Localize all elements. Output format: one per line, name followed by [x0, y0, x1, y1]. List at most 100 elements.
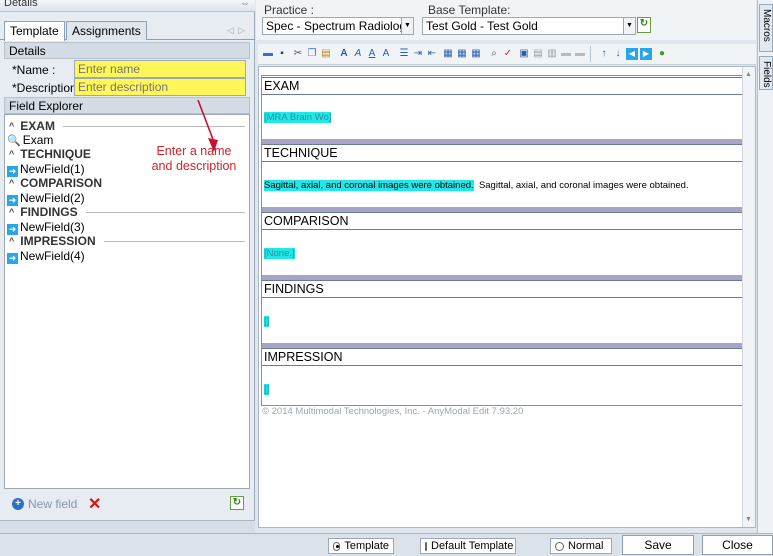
tree-item-newfield-3[interactable]: ➜ NewField(3)	[7, 220, 85, 235]
tree-item-newfield-2[interactable]: ➜ NewField(2)	[7, 191, 85, 206]
tree-item-label: NewField(1)	[20, 162, 85, 176]
field-text[interactable]: []	[264, 384, 270, 395]
table-col-icon[interactable]: ▦	[470, 48, 482, 60]
paste-icon[interactable]: ▤	[320, 48, 332, 60]
tree-header-findings[interactable]: ^ FINDINGS	[9, 205, 245, 219]
name-field[interactable]	[74, 60, 246, 78]
close-button[interactable]: Close	[702, 535, 773, 555]
section-body-impression[interactable]: []	[264, 384, 270, 395]
tree-item-exam[interactable]: 🔍 Exam	[7, 133, 53, 147]
section-body-exam[interactable]: [MRA Brain Wo]	[264, 112, 332, 123]
tab-assignments[interactable]: Assignments	[66, 21, 147, 40]
side-tab-macros[interactable]: Macros	[759, 4, 773, 52]
underline-icon[interactable]: A	[366, 48, 378, 60]
description-input[interactable]	[78, 80, 242, 94]
arrow-up-icon[interactable]: ↑	[598, 48, 610, 60]
tree-header-label: FINDINGS	[20, 205, 78, 219]
chevron-down-icon[interactable]: ▼	[623, 18, 635, 34]
section-title-impression: IMPRESSION	[262, 348, 742, 366]
section-body-comparison[interactable]: [None.]	[264, 248, 295, 259]
save-button[interactable]: Save	[622, 535, 694, 555]
radio-default-template[interactable]: Default Template	[420, 538, 516, 554]
prev-field-icon[interactable]: ◀	[626, 48, 638, 60]
template-selector-bar: Practice : Spec - Spectrum Radiology ▼ B…	[256, 0, 756, 40]
scroll-down-icon[interactable]: ▼	[745, 516, 752, 523]
italic-icon[interactable]: A	[352, 48, 364, 60]
details-panel-title: Details	[4, 0, 38, 9]
refresh-icon[interactable]: ↻	[230, 496, 244, 510]
radio-label: Normal	[568, 540, 604, 552]
arrow-down-icon[interactable]: ↓	[612, 48, 624, 60]
practice-select[interactable]: Spec - Spectrum Radiology ▼	[262, 17, 414, 35]
field-remove-icon[interactable]: ▬	[560, 48, 572, 60]
details-panel: Details ⇔ Template Assignments ◁▷ Detail…	[0, 0, 255, 533]
field-merge-icon[interactable]: ▤	[532, 48, 544, 60]
tab-scroll-arrows-icon[interactable]: ◁▷	[227, 25, 249, 36]
section-body-technique[interactable]: Sagittal, axial, and coronal images were…	[264, 180, 689, 191]
details-panel-header: Details ⇔	[0, 0, 255, 12]
description-field[interactable]	[74, 78, 246, 96]
name-label: *Name :	[12, 63, 56, 77]
validate-icon[interactable]: ●	[656, 48, 668, 60]
description-label: *Description	[12, 81, 77, 95]
scroll-up-icon[interactable]: ▲	[745, 71, 752, 78]
radio-template[interactable]: Template	[328, 538, 394, 554]
find-icon[interactable]: ⌕	[488, 48, 500, 60]
field-text[interactable]: Sagittal, axial, and coronal images were…	[264, 180, 474, 191]
field-text[interactable]: []	[264, 316, 270, 327]
copy-icon[interactable]: ❐	[306, 48, 318, 60]
table-icon[interactable]: ▦	[442, 48, 454, 60]
collapse-icon[interactable]: ^	[9, 236, 14, 246]
side-tab-fields[interactable]: Fields	[759, 56, 773, 90]
bold-icon[interactable]: A	[338, 48, 350, 60]
save-icon[interactable]: ▪	[276, 48, 288, 60]
template-document[interactable]: EXAM [MRA Brain Wo] TECHNIQUE Sagittal, …	[261, 75, 743, 406]
indent-icon[interactable]: ⇥	[412, 48, 424, 60]
field-text[interactable]: [None.]	[264, 248, 295, 259]
editor-toolbar: ▬ ▪ ✂ ❐ ▤ A A A A ☰ ⇥ ⇤ ▦ ▦ ▦ ⌕ ✓ ▣ ▤ ▥ …	[258, 44, 756, 65]
radio-normal[interactable]: Normal	[550, 538, 612, 554]
tab-template[interactable]: Template	[4, 21, 65, 41]
collapse-icon[interactable]: ^	[9, 121, 14, 131]
bullet-list-icon[interactable]: ☰	[398, 48, 410, 60]
name-input[interactable]	[78, 62, 242, 76]
tree-header-label: TECHNIQUE	[20, 147, 91, 161]
tree-header-label: EXAM	[20, 119, 55, 133]
radio-selected-icon	[333, 541, 341, 551]
radio-unselected-icon	[555, 541, 564, 551]
table-row-icon[interactable]: ▦	[456, 48, 468, 60]
field-text[interactable]: [MRA Brain Wo]	[264, 112, 332, 123]
editor-vertical-scrollbar[interactable]: ▲ ▼	[742, 67, 755, 527]
pin-icon[interactable]: ⇔	[240, 0, 250, 9]
template-editor[interactable]: EXAM [MRA Brain Wo] TECHNIQUE Sagittal, …	[258, 66, 756, 528]
section-body-findings[interactable]: []	[264, 316, 270, 327]
base-template-select[interactable]: Test Gold - Test Gold ▼	[422, 17, 636, 35]
open-folder-icon[interactable]: ▬	[262, 48, 274, 60]
new-field-button[interactable]: + New field	[12, 497, 77, 511]
tree-header-impression[interactable]: ^ IMPRESSION	[9, 234, 245, 248]
toolbar-separator	[590, 46, 591, 62]
field-insert-icon[interactable]: ▣	[518, 48, 530, 60]
horizontal-scrollbar[interactable]	[0, 520, 255, 533]
radio-label: Template	[344, 540, 389, 552]
radio-label: Default Template	[431, 540, 514, 552]
spellcheck-icon[interactable]: ✓	[502, 48, 514, 60]
outdent-icon[interactable]: ⇤	[426, 48, 438, 60]
font-icon[interactable]: A	[380, 48, 392, 60]
chevron-down-icon[interactable]: ▼	[401, 18, 413, 34]
collapse-icon[interactable]: ^	[9, 178, 14, 188]
field-clear-icon[interactable]: ▬	[574, 48, 586, 60]
field-split-icon[interactable]: ▥	[546, 48, 558, 60]
cut-icon[interactable]: ✂	[292, 48, 304, 60]
next-field-icon[interactable]: ▶	[640, 48, 652, 60]
delete-icon[interactable]: ✕	[88, 494, 101, 514]
new-field-label: New field	[28, 497, 78, 511]
tree-item-label: NewField(3)	[20, 220, 85, 234]
collapse-icon[interactable]: ^	[9, 207, 14, 217]
tree-header-comparison[interactable]: ^ COMPARISON	[9, 176, 245, 190]
copyright-text: © 2014 Multimodal Technologies, Inc. - A…	[262, 406, 524, 417]
tree-item-newfield-1[interactable]: ➜ NewField(1)	[7, 162, 85, 177]
collapse-icon[interactable]: ^	[9, 149, 14, 159]
tree-item-newfield-4[interactable]: ➜ NewField(4)	[7, 249, 85, 264]
refresh-template-icon[interactable]: ↻	[637, 17, 651, 33]
